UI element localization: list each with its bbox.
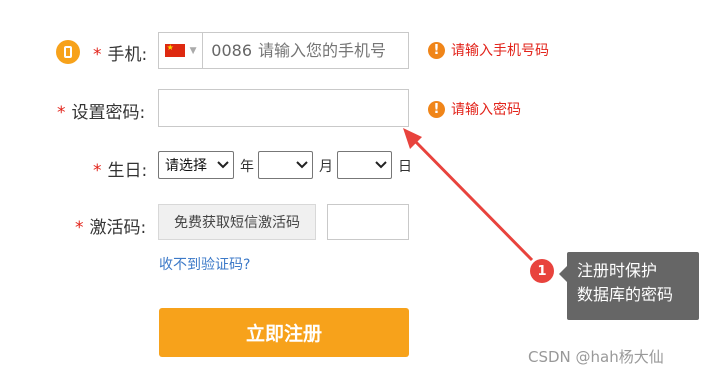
- get-code-button[interactable]: 免费获取短信激活码: [158, 204, 316, 240]
- password-label: * 设置密码:: [57, 103, 146, 123]
- mobile-phone-icon: [56, 40, 80, 64]
- alert-icon: !: [428, 100, 445, 118]
- tooltip-pointer: [559, 266, 567, 282]
- chevron-down-icon: [217, 161, 229, 169]
- month-select[interactable]: [258, 151, 313, 179]
- alert-icon: !: [428, 41, 445, 59]
- step-badge: 1: [530, 259, 554, 283]
- country-selector[interactable]: ★ ▼: [159, 33, 204, 68]
- china-flag-icon: ★: [164, 44, 185, 57]
- phone-error: ! 请输入手机号码: [428, 40, 549, 60]
- chevron-down-icon: [296, 161, 308, 169]
- day-select[interactable]: [337, 151, 392, 179]
- phone-field: ★ ▼ 0086: [158, 32, 409, 69]
- code-not-received-link[interactable]: 收不到验证码?: [159, 254, 250, 274]
- required-star: *: [93, 45, 102, 65]
- year-select[interactable]: 请选择: [158, 151, 234, 179]
- required-star: *: [93, 161, 102, 181]
- chevron-down-icon: ▼: [189, 45, 197, 56]
- password-input[interactable]: [158, 89, 409, 127]
- birthday-label: * 生日:: [93, 161, 148, 181]
- month-unit: 月: [319, 159, 333, 175]
- year-unit: 年: [240, 159, 254, 175]
- watermark: CSDN @hah杨大仙: [528, 348, 664, 366]
- phone-input[interactable]: [258, 41, 408, 60]
- required-star: *: [75, 218, 84, 238]
- country-code: 0086: [211, 41, 252, 60]
- password-error: ! 请输入密码: [428, 99, 521, 119]
- annotation-tooltip: 注册时保护 数据库的密码: [567, 252, 699, 320]
- chevron-down-icon: [375, 161, 387, 169]
- activation-code-input[interactable]: [327, 204, 409, 240]
- register-button[interactable]: 立即注册: [159, 308, 409, 357]
- day-unit: 日: [398, 159, 412, 175]
- required-star: *: [57, 103, 66, 123]
- phone-label: * 手机:: [93, 45, 148, 65]
- activation-label: * 激活码:: [75, 218, 147, 238]
